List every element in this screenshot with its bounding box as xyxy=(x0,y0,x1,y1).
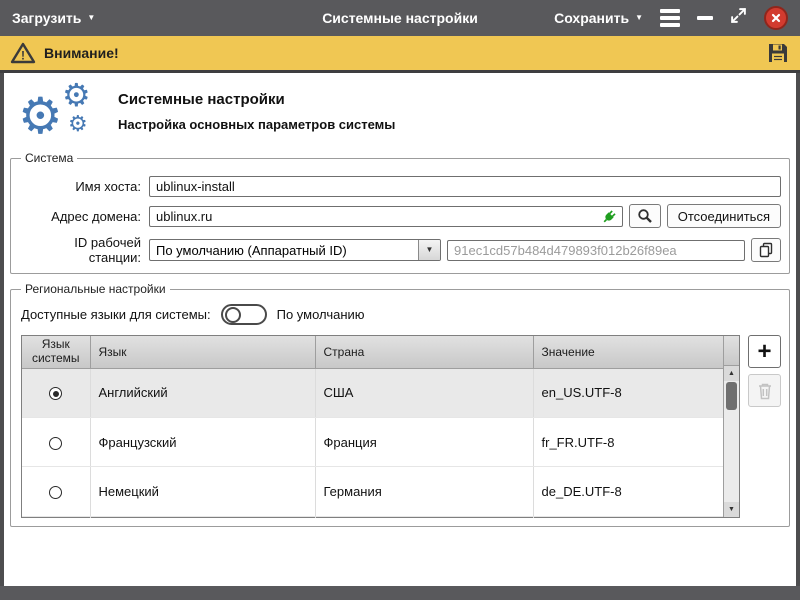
workstation-id-selected-option: По умолчанию (Аппаратный ID) xyxy=(150,240,418,260)
language-cell: Немецкий xyxy=(90,467,315,516)
window-bottom-border xyxy=(0,586,800,600)
scrollbar-header-cap xyxy=(724,336,739,366)
warning-icon: ! xyxy=(10,41,36,65)
chevron-down-icon: ▼ xyxy=(426,246,434,254)
disconnect-button[interactable]: Отсоединиться xyxy=(667,204,781,228)
language-radio[interactable] xyxy=(49,387,62,400)
system-section-legend: Система xyxy=(21,151,77,165)
close-button[interactable] xyxy=(764,6,788,30)
country-cell: Германия xyxy=(315,467,533,516)
language-row[interactable]: НемецкийГерманияde_DE.UTF-8 xyxy=(22,467,723,516)
workstation-id-row: ID рабочей станции: По умолчанию (Аппара… xyxy=(19,235,781,265)
languages-table-area: Язык системы Язык Страна Значение Англий… xyxy=(19,335,781,518)
expand-icon xyxy=(730,7,747,24)
load-menu-button[interactable]: Загрузить ▼ xyxy=(12,10,95,26)
table-header-row: Язык системы Язык Страна Значение xyxy=(22,336,723,368)
scrollbar-thumb[interactable] xyxy=(726,382,737,410)
scrollbar-track[interactable] xyxy=(724,381,739,502)
add-language-button[interactable]: + xyxy=(748,335,781,368)
table-empty-area xyxy=(22,516,723,517)
col-header-system-language: Язык системы xyxy=(22,336,90,368)
menu-icon[interactable] xyxy=(660,9,680,27)
workstation-id-value xyxy=(447,240,745,261)
save-menu-label: Сохранить xyxy=(554,10,629,26)
languages-table: Язык системы Язык Страна Значение Англий… xyxy=(21,335,740,518)
table-scrollbar[interactable]: ▲ ▼ xyxy=(723,336,739,517)
save-icon[interactable] xyxy=(766,41,790,65)
load-menu-label: Загрузить xyxy=(12,10,81,26)
languages-toggle[interactable] xyxy=(221,304,267,325)
delete-language-button[interactable] xyxy=(748,374,781,407)
connected-plug-icon xyxy=(600,208,618,226)
svg-text:!: ! xyxy=(21,49,25,63)
language-cell: Английский xyxy=(90,368,315,417)
minimize-button[interactable] xyxy=(697,16,713,20)
col-header-country: Страна xyxy=(315,336,533,368)
search-icon xyxy=(637,208,653,224)
system-language-cell xyxy=(22,417,90,466)
country-cell: США xyxy=(315,368,533,417)
toggle-knob xyxy=(225,307,241,323)
copy-button[interactable] xyxy=(751,238,781,262)
hostname-input[interactable] xyxy=(149,176,781,197)
chevron-down-icon: ▼ xyxy=(635,14,643,22)
workstation-id-select[interactable]: По умолчанию (Аппаратный ID) ▼ xyxy=(149,239,441,261)
regional-section-legend: Региональные настройки xyxy=(21,282,170,296)
country-cell: Франция xyxy=(315,417,533,466)
save-menu-button[interactable]: Сохранить ▼ xyxy=(554,10,643,26)
search-button[interactable] xyxy=(629,204,661,228)
page-title: Системные настройки xyxy=(118,91,395,108)
languages-toggle-row: Доступные языки для системы: По умолчани… xyxy=(19,304,781,325)
titlebar: Загрузить ▼ Системные настройки Сохранит… xyxy=(0,0,800,36)
copy-icon xyxy=(758,242,774,258)
locale-value-cell: de_DE.UTF-8 xyxy=(533,467,723,516)
page-subtitle: Настройка основных параметров системы xyxy=(118,117,395,132)
language-cell: Французский xyxy=(90,417,315,466)
col-header-value: Значение xyxy=(533,336,723,368)
language-radio[interactable] xyxy=(49,437,62,450)
main-content: ⚙ ⚙ ⚙ Системные настройки Настройка осно… xyxy=(4,73,796,586)
language-radio[interactable] xyxy=(49,486,62,499)
workstation-id-label: ID рабочей станции: xyxy=(19,235,149,265)
minimize-icon xyxy=(697,16,713,20)
trash-icon xyxy=(757,382,773,400)
domain-input[interactable] xyxy=(149,206,623,227)
scroll-down-button[interactable]: ▼ xyxy=(724,502,739,517)
settings-gears-icon: ⚙ ⚙ ⚙ xyxy=(18,83,106,147)
warning-text: Внимание! xyxy=(44,45,119,61)
regional-section: Региональные настройки Доступные языки д… xyxy=(10,282,790,527)
system-language-cell xyxy=(22,467,90,516)
scroll-up-button[interactable]: ▲ xyxy=(724,366,739,381)
locale-value-cell: en_US.UTF-8 xyxy=(533,368,723,417)
gear-icon: ⚙ xyxy=(68,113,88,135)
gear-icon: ⚙ xyxy=(18,91,63,141)
system-section: Система Имя хоста: Адрес домена: xyxy=(10,151,790,274)
system-language-cell xyxy=(22,368,90,417)
close-icon xyxy=(771,13,781,23)
gear-icon: ⚙ xyxy=(62,79,91,111)
hostname-label: Имя хоста: xyxy=(19,179,149,194)
app-window: Загрузить ▼ Системные настройки Сохранит… xyxy=(0,0,800,600)
chevron-down-icon: ▼ xyxy=(87,14,95,22)
languages-toggle-label: Доступные языки для системы: xyxy=(21,307,211,322)
warning-bar: ! Внимание! xyxy=(0,36,800,73)
domain-row: Адрес домена: xyxy=(19,204,781,228)
toggle-state-label: По умолчанию xyxy=(277,307,365,322)
select-dropdown-button[interactable]: ▼ xyxy=(418,240,440,260)
col-header-language: Язык xyxy=(90,336,315,368)
language-row[interactable]: ФранцузскийФранцияfr_FR.UTF-8 xyxy=(22,417,723,466)
expand-button[interactable] xyxy=(730,7,747,29)
page-header: ⚙ ⚙ ⚙ Системные настройки Настройка осно… xyxy=(4,73,796,151)
hostname-row: Имя хоста: xyxy=(19,176,781,197)
locale-value-cell: fr_FR.UTF-8 xyxy=(533,417,723,466)
language-row[interactable]: АнглийскийСШАen_US.UTF-8 xyxy=(22,368,723,417)
domain-label: Адрес домена: xyxy=(19,209,149,224)
